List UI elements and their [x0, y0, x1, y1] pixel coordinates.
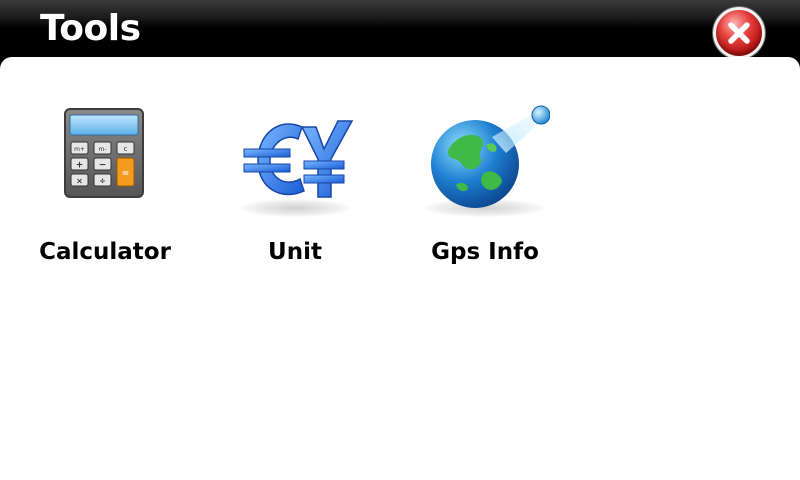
svg-text:c: c [124, 145, 128, 153]
tool-gps-info[interactable]: Gps Info [400, 97, 570, 297]
close-icon [728, 22, 750, 44]
tool-calculator[interactable]: m+ m- c + − × ÷ = Calculator [20, 97, 190, 297]
calculator-icon: m+ m- c + − × ÷ = [40, 97, 170, 227]
title-bar: Tools [0, 0, 800, 59]
tools-panel: m+ m- c + − × ÷ = Calculator Unit Gps In… [0, 57, 800, 480]
svg-text:×: × [76, 177, 83, 186]
tool-label: Calculator [39, 239, 171, 265]
svg-text:÷: ÷ [99, 177, 106, 186]
svg-text:−: − [99, 161, 107, 171]
svg-text:m+: m+ [74, 146, 85, 153]
svg-text:=: = [122, 169, 130, 179]
tool-label: Gps Info [431, 239, 539, 265]
tool-label: Unit [268, 239, 322, 265]
close-button[interactable] [713, 7, 765, 59]
svg-text:m-: m- [98, 146, 106, 153]
svg-text:+: + [76, 161, 84, 171]
tools-window: Tools m+ m- c + − × ÷ = Calculator Unit … [0, 0, 800, 480]
currency-conversion-icon [230, 97, 360, 227]
globe-satellite-icon [420, 97, 550, 227]
tool-unit[interactable]: Unit [210, 97, 380, 297]
window-title: Tools [40, 8, 141, 49]
